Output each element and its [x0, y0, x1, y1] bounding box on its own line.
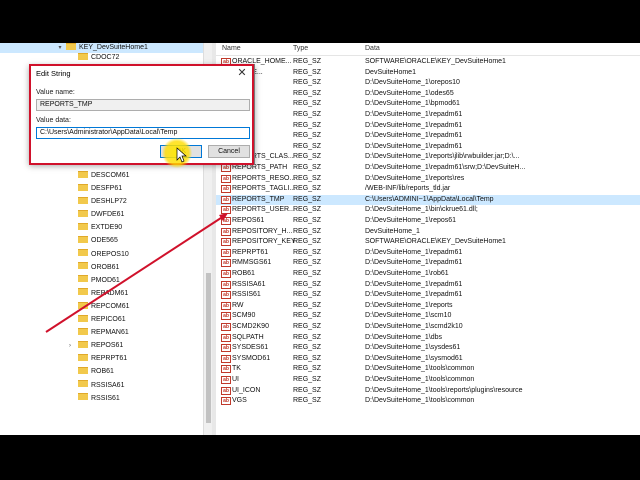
mouse-pointer-icon	[176, 147, 187, 163]
annotation-arrow	[45, 147, 228, 333]
